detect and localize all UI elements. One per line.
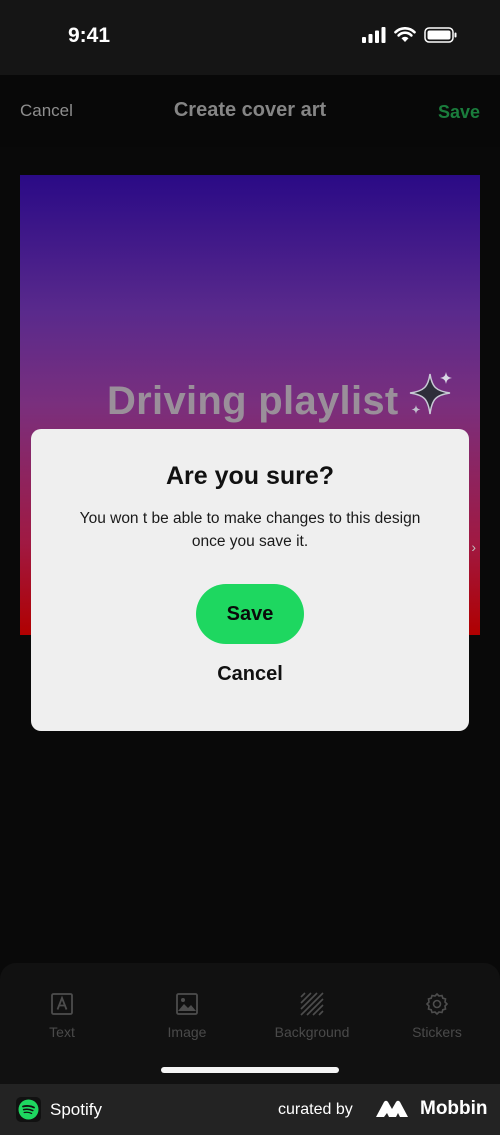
toolbar-item-label: Stickers: [412, 1024, 462, 1040]
footer-curated-by: curated by: [278, 1101, 353, 1118]
toolbar-item-stickers[interactable]: Stickers: [382, 991, 492, 1040]
battery-icon: [424, 27, 457, 43]
page-title: Create cover art: [173, 99, 327, 121]
save-button[interactable]: Save: [438, 102, 480, 123]
toolbar-item-label: Image: [167, 1024, 207, 1040]
dialog-message-line1: You won t be able to make changes to thi…: [79, 510, 421, 527]
spotify-logo-icon: [16, 1097, 41, 1122]
status-bar: 9:41: [0, 0, 500, 75]
text-icon: [51, 993, 73, 1015]
toolbar-item-background[interactable]: Background: [257, 991, 367, 1040]
dialog-cancel-button[interactable]: Cancel: [31, 663, 469, 686]
editor-toolbar: Text Image Background Stickers: [0, 963, 500, 1084]
confirm-dialog: Are you sure? You won t be able to make …: [31, 429, 469, 731]
cover-art-title[interactable]: Driving playlist: [107, 379, 399, 424]
chevron-right-icon: ›: [471, 539, 476, 555]
dialog-save-button[interactable]: Save: [196, 584, 304, 644]
status-icons: [362, 27, 458, 43]
toolbar-item-text[interactable]: Text: [7, 991, 117, 1040]
mobbin-logo-icon: [376, 1100, 408, 1117]
home-indicator: [161, 1067, 339, 1073]
dialog-title: Are you sure?: [165, 462, 335, 490]
toolbar-item-image[interactable]: Image: [132, 991, 242, 1040]
attribution-footer: Spotify curated by Mobbin: [0, 1084, 500, 1135]
dialog-message-line2: once you save it.: [191, 533, 309, 550]
wifi-icon: [394, 27, 416, 42]
stickers-icon: [425, 992, 449, 1016]
footer-brand: Mobbin: [420, 1098, 488, 1119]
signal-icon: [362, 27, 386, 43]
sparkle-sticker-icon[interactable]: [408, 371, 454, 417]
dialog-message: You won t be able to make changes to thi…: [51, 507, 449, 553]
footer-app-name: Spotify: [50, 1100, 102, 1119]
toolbar-item-label: Text: [49, 1024, 75, 1040]
nav-bar: Cancel Create cover art Save: [0, 75, 500, 147]
background-icon: [300, 992, 324, 1016]
toolbar-item-label: Background: [274, 1024, 350, 1040]
image-icon: [176, 993, 198, 1015]
status-time: 9:41: [68, 24, 111, 47]
